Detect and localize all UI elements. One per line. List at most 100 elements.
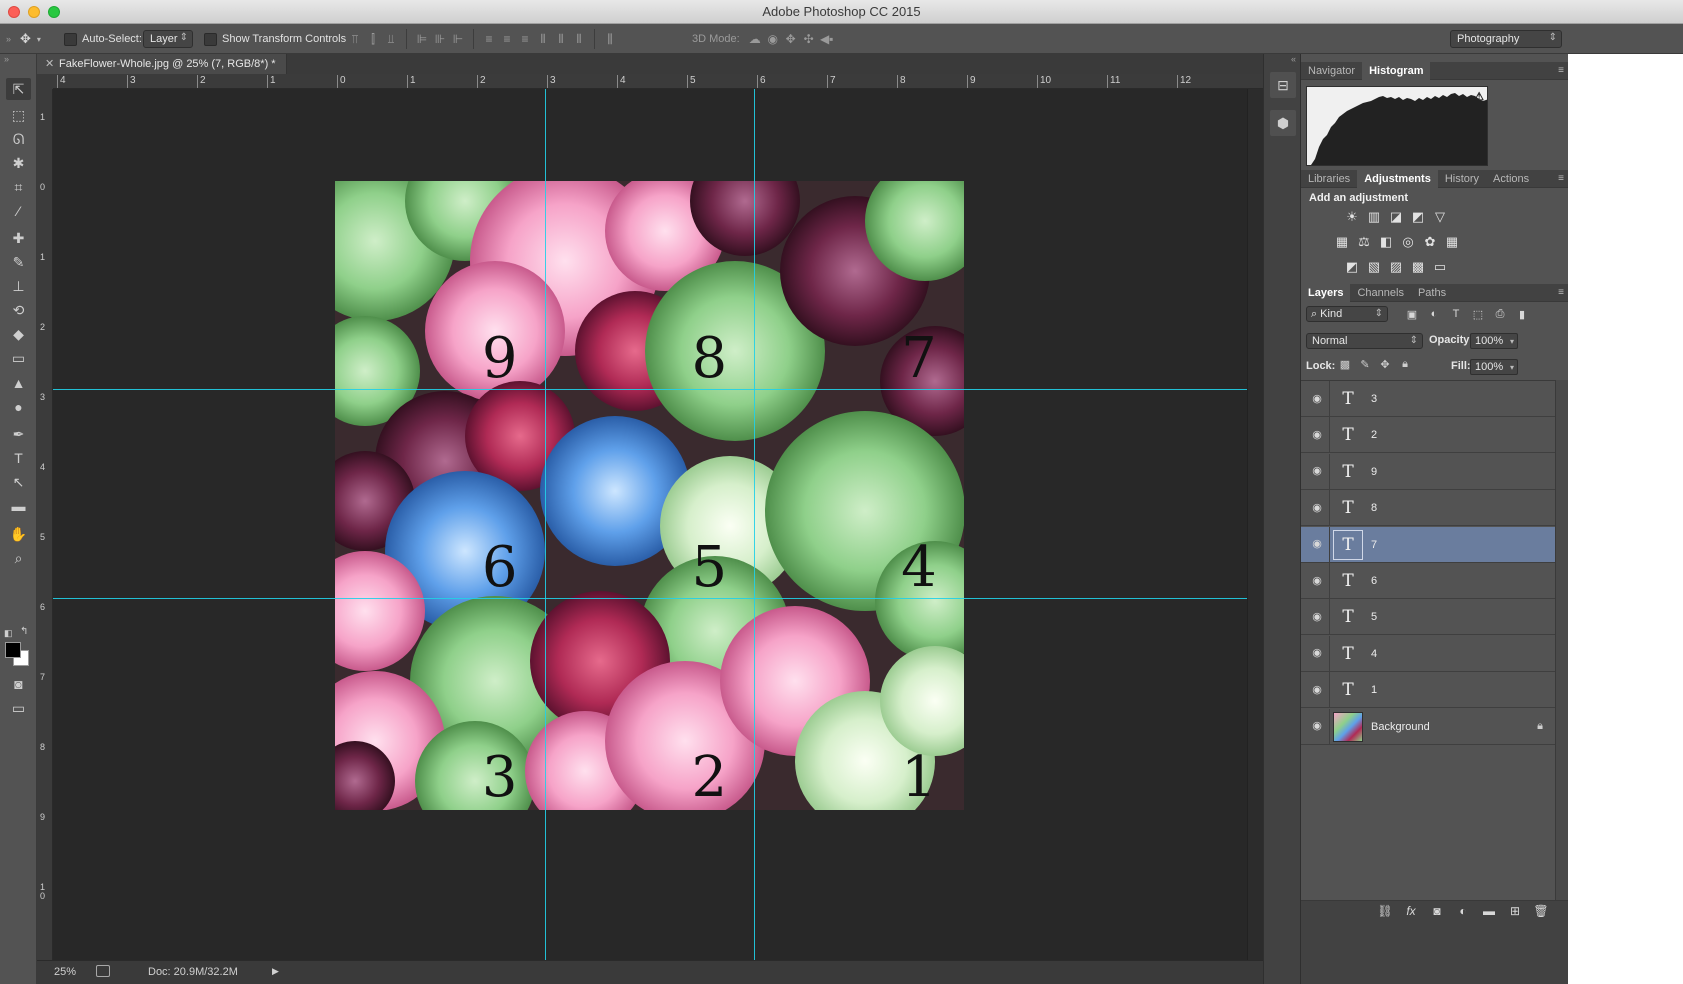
horizontal-guide-2[interactable] (53, 598, 1247, 599)
align-vertical-centers-icon[interactable]: ⫿ (364, 30, 382, 48)
new-group-icon[interactable]: ▬ (1476, 904, 1502, 918)
brush-tool-icon[interactable]: ✎ (6, 251, 31, 273)
layer-row[interactable]: ◉ T 2 (1301, 417, 1555, 454)
fill-arrow-icon[interactable]: ▾ (1510, 363, 1514, 372)
brightness-contrast-icon[interactable]: ☀ (1341, 207, 1363, 227)
auto-select-toggle[interactable]: Auto-Select: (64, 24, 142, 54)
filter-shape-icon[interactable]: ⬚ (1467, 306, 1489, 322)
3d-roll-icon[interactable]: ◉ (764, 30, 782, 48)
vertical-guide-1[interactable] (545, 89, 546, 960)
align-top-edges-icon[interactable]: ⫪ (346, 30, 364, 48)
curves-icon[interactable]: ◪ (1385, 207, 1407, 227)
visibility-eye-icon[interactable]: ◉ (1310, 719, 1324, 733)
tab-layers[interactable]: Layers (1301, 284, 1351, 302)
panel-menu-icon[interactable]: ≡ (1558, 173, 1564, 184)
layer-row[interactable]: ◉ T 3 (1301, 381, 1555, 417)
properties-panel-icon[interactable]: ⊟ (1270, 72, 1296, 98)
visibility-eye-icon[interactable]: ◉ (1310, 391, 1324, 405)
horizontal-guide-1[interactable] (53, 389, 1247, 390)
tab-channels[interactable]: Channels (1350, 284, 1410, 302)
visibility-eye-icon[interactable]: ◉ (1310, 646, 1324, 660)
layer-row[interactable]: ◉ T 6 (1301, 563, 1555, 599)
type-layer-icon[interactable]: T (1333, 493, 1363, 523)
swap-colors-icon[interactable]: ↰ (20, 626, 28, 637)
dodge-tool-icon[interactable]: ● (6, 396, 31, 418)
layer-mask-icon[interactable]: ◙ (1424, 904, 1450, 918)
path-selection-tool-icon[interactable]: ↖ (6, 471, 31, 493)
gradient-map-icon[interactable]: ▭ (1429, 257, 1451, 277)
vertical-ruler[interactable]: 101234567891 0 (37, 89, 53, 960)
color-balance-icon[interactable]: ⚖ (1353, 232, 1375, 252)
visibility-eye-icon[interactable]: ◉ (1310, 537, 1324, 551)
layer-row[interactable]: ◉ T 1 (1301, 672, 1555, 709)
clone-stamp-tool-icon[interactable]: ⊥ (6, 275, 31, 297)
distribute-top-icon[interactable]: ≡ (480, 30, 498, 48)
filter-toggle-icon[interactable]: ▮ (1511, 306, 1533, 322)
posterize-icon[interactable]: ▧ (1363, 257, 1385, 277)
type-tool-icon[interactable]: T (6, 447, 31, 469)
layer-row[interactable]: ◉ T 9 (1301, 453, 1555, 490)
lock-all-icon[interactable]: 🔒︎ (1395, 358, 1415, 371)
opacity-field[interactable]: 100% ▾ (1470, 333, 1518, 349)
filter-smart-object-icon[interactable]: ⎙ (1489, 306, 1511, 322)
gradient-tool-icon[interactable]: ▭ (6, 347, 31, 369)
close-document-icon[interactable]: ✕ (45, 57, 54, 70)
visibility-eye-icon[interactable]: ◉ (1310, 573, 1324, 587)
black-white-icon[interactable]: ◧ (1375, 232, 1397, 252)
history-brush-tool-icon[interactable]: ⟲ (6, 299, 31, 321)
cache-warning-icon[interactable]: ⚠ (1474, 90, 1484, 103)
screen-mode-icon[interactable]: ▭ (6, 697, 31, 719)
levels-icon[interactable]: ▥ (1363, 207, 1385, 227)
quick-selection-tool-icon[interactable]: ✱ (6, 152, 31, 174)
channel-mixer-icon[interactable]: ✿ (1419, 232, 1441, 252)
filter-adjustment-icon[interactable]: ◐ (1423, 306, 1445, 322)
distribute-right-icon[interactable]: ⦀ (570, 30, 588, 48)
distribute-hcenter-icon[interactable]: ⦀ (552, 30, 570, 48)
auto-align-layers-icon[interactable]: ⫼ (601, 30, 619, 48)
workspace-switcher[interactable]: Photography (1450, 30, 1562, 48)
tab-actions[interactable]: Actions (1486, 170, 1536, 188)
panel-menu-icon[interactable]: ≡ (1558, 65, 1564, 76)
align-left-edges-icon[interactable]: ⊫ (413, 30, 431, 48)
show-transform-checkbox[interactable] (204, 32, 217, 46)
vertical-guide-2[interactable] (754, 89, 755, 960)
layer-lock-icon[interactable]: 🔒︎ (1537, 720, 1543, 733)
show-transform-toggle[interactable]: Show Transform Controls (204, 24, 346, 54)
3d-orbit-icon[interactable]: ☁ (746, 30, 764, 48)
distribute-vcenter-icon[interactable]: ≡ (498, 30, 516, 48)
type-layer-icon[interactable]: T (1333, 602, 1363, 632)
layer-thumbnail[interactable] (1333, 711, 1363, 742)
tab-libraries[interactable]: Libraries (1301, 170, 1357, 188)
tools-panel-collapse-icon[interactable]: » (4, 54, 9, 64)
invert-icon[interactable]: ◩ (1341, 257, 1363, 277)
type-layer-icon[interactable]: T (1333, 566, 1363, 596)
auto-select-checkbox[interactable] (64, 32, 77, 46)
layers-scrollbar[interactable] (1555, 380, 1568, 900)
lock-position-icon[interactable]: ✥ (1375, 358, 1395, 371)
eraser-tool-icon[interactable]: ◆ (6, 323, 31, 345)
layer-filter-kind[interactable]: ⌕ Kind (1306, 306, 1388, 322)
foreground-color-swatch[interactable] (5, 642, 21, 658)
tab-adjustments[interactable]: Adjustments (1357, 170, 1438, 188)
status-menu-arrow-icon[interactable]: ▶ (272, 966, 279, 977)
horizontal-ruler[interactable]: 4 3 2 1 0 1 2 3 4 5 6 7 8 9 10 11 12 (53, 74, 1263, 89)
tab-history[interactable]: History (1438, 170, 1486, 188)
new-layer-icon[interactable]: ⊞ (1502, 904, 1528, 918)
distribute-bottom-icon[interactable]: ≡ (516, 30, 534, 48)
zoom-tool-icon[interactable]: ⌕ (6, 547, 31, 569)
quick-mask-icon[interactable]: ◙ (6, 673, 31, 695)
3d-drag-icon[interactable]: ✥ (782, 30, 800, 48)
new-adjustment-layer-icon[interactable]: ◐ (1450, 904, 1476, 918)
blend-mode-dropdown[interactable]: Normal (1306, 333, 1423, 349)
layer-style-icon[interactable]: fx (1398, 904, 1424, 918)
filter-pixel-icon[interactable]: ▣ (1401, 306, 1423, 322)
pen-tool-icon[interactable]: ✒ (6, 423, 31, 445)
delete-layer-icon[interactable]: 🗑︎ (1528, 904, 1554, 918)
layer-row[interactable]: ◉ Background 🔒︎ (1301, 708, 1555, 745)
visibility-eye-icon[interactable]: ◉ (1310, 464, 1324, 478)
type-layer-icon[interactable]: T (1333, 420, 1363, 450)
lock-image-icon[interactable]: ✎ (1355, 358, 1375, 371)
crop-tool-icon[interactable]: ⌗ (6, 176, 31, 198)
3d-slide-icon[interactable]: ✣ (800, 30, 818, 48)
canvas-area[interactable]: 9 8 7 6 5 4 3 2 1 (53, 89, 1247, 960)
